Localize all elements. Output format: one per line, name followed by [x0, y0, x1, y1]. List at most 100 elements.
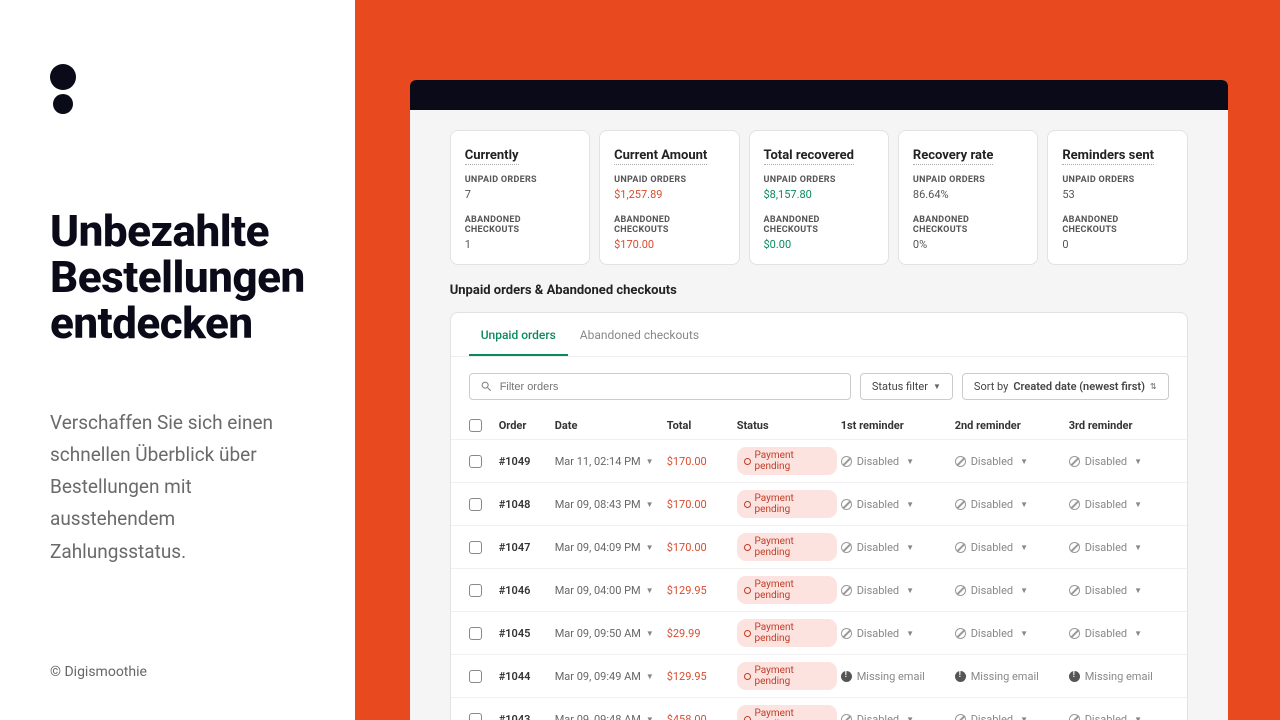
stat-label: ABANDONED CHECKOUTS	[764, 215, 874, 235]
stat-value: 0	[1062, 238, 1172, 251]
order-date[interactable]: Mar 09, 09:50 AM▼	[555, 627, 663, 640]
order-date[interactable]: Mar 09, 04:09 PM▼	[555, 541, 663, 554]
order-id[interactable]: #1045	[499, 627, 551, 640]
disabled-icon	[841, 714, 852, 720]
status-filter-button[interactable]: Status filter ▼	[860, 373, 953, 400]
col-1st-reminder: 1st reminder	[841, 419, 951, 432]
page-subtext: Verschaffen Sie sich einen schnellen Übe…	[50, 407, 305, 568]
chevron-down-icon: ▼	[1134, 543, 1142, 552]
row-checkbox[interactable]	[469, 584, 482, 597]
order-date[interactable]: Mar 09, 08:43 PM▼	[555, 498, 663, 511]
chevron-down-icon: ▼	[646, 715, 654, 720]
row-checkbox[interactable]	[469, 541, 482, 554]
chevron-down-icon: ▼	[906, 457, 914, 466]
order-id[interactable]: #1049	[499, 455, 551, 468]
section-title: Unpaid orders & Abandoned checkouts	[450, 283, 1188, 298]
reminder-cell[interactable]: Disabled▼	[955, 455, 1065, 468]
reminder-cell[interactable]: Disabled▼	[955, 498, 1065, 511]
chevron-down-icon: ▼	[1134, 715, 1142, 720]
sort-icon: ⇅	[1150, 382, 1157, 391]
reminder-cell[interactable]: Disabled▼	[1069, 541, 1169, 554]
stat-label: ABANDONED CHECKOUTS	[913, 215, 1023, 235]
reminder-cell[interactable]: Disabled▼	[841, 584, 951, 597]
stat-label: UNPAID ORDERS	[614, 175, 724, 185]
col-status: Status	[737, 419, 837, 432]
app-topbar	[410, 80, 1228, 110]
reminder-cell[interactable]: Disabled▼	[841, 627, 951, 640]
status-badge: Payment pending	[737, 619, 837, 647]
tab-abandoned-checkouts[interactable]: Abandoned checkouts	[568, 313, 711, 356]
reminder-cell[interactable]: Disabled▼	[955, 627, 1065, 640]
reminder-cell[interactable]: Disabled▼	[1069, 498, 1169, 511]
status-dot-icon	[744, 716, 751, 720]
search-input-wrapper[interactable]	[469, 373, 851, 400]
disabled-icon	[1069, 585, 1080, 596]
reminder-cell[interactable]: Disabled▼	[1069, 455, 1169, 468]
chevron-down-icon: ▼	[1020, 500, 1028, 509]
stat-label: ABANDONED CHECKOUTS	[614, 215, 724, 235]
tab-unpaid-orders[interactable]: Unpaid orders	[469, 313, 568, 356]
disabled-icon	[1069, 628, 1080, 639]
stat-value: 1	[465, 238, 575, 251]
reminder-cell[interactable]: Disabled▼	[955, 541, 1065, 554]
select-all-checkbox[interactable]	[469, 419, 482, 432]
order-date[interactable]: Mar 09, 04:00 PM▼	[555, 584, 663, 597]
chevron-down-icon: ▼	[646, 500, 654, 509]
chevron-down-icon: ▼	[1020, 629, 1028, 638]
order-date[interactable]: Mar 09, 09:49 AM▼	[555, 670, 663, 683]
disabled-icon	[955, 714, 966, 720]
disabled-icon	[841, 499, 852, 510]
chevron-down-icon: ▼	[646, 672, 654, 681]
order-date[interactable]: Mar 11, 02:14 PM▼	[555, 455, 663, 468]
status-dot-icon	[744, 501, 751, 508]
tabs: Unpaid orders Abandoned checkouts	[451, 313, 1187, 357]
warning-icon	[1069, 671, 1080, 682]
status-dot-icon	[744, 544, 751, 551]
col-2nd-reminder: 2nd reminder	[955, 419, 1065, 432]
order-id[interactable]: #1046	[499, 584, 551, 597]
row-checkbox[interactable]	[469, 670, 482, 683]
order-id[interactable]: #1047	[499, 541, 551, 554]
reminder-cell[interactable]: Disabled▼	[1069, 627, 1169, 640]
stat-card: Current Amount UNPAID ORDERS $1,257.89 A…	[599, 130, 739, 265]
reminder-cell[interactable]: Disabled▼	[955, 713, 1065, 720]
disabled-icon	[1069, 456, 1080, 467]
order-id[interactable]: #1044	[499, 670, 551, 683]
reminder-cell[interactable]: Disabled▼	[1069, 584, 1169, 597]
chevron-down-icon: ▼	[646, 543, 654, 552]
stat-label: ABANDONED CHECKOUTS	[465, 215, 575, 235]
row-checkbox[interactable]	[469, 713, 482, 720]
status-badge: Payment pending	[737, 533, 837, 561]
row-checkbox[interactable]	[469, 627, 482, 640]
reminder-cell[interactable]: Disabled▼	[841, 541, 951, 554]
stat-title: Total recovered	[764, 148, 855, 165]
reminder-cell[interactable]: Disabled▼	[841, 455, 951, 468]
chevron-down-icon: ▼	[1134, 500, 1142, 509]
disabled-icon	[1069, 499, 1080, 510]
order-date[interactable]: Mar 09, 09:48 AM▼	[555, 713, 663, 720]
reminder-cell[interactable]: Disabled▼	[1069, 713, 1169, 720]
status-badge: Payment pending	[737, 447, 837, 475]
status-dot-icon	[744, 587, 751, 594]
stat-card: Total recovered UNPAID ORDERS $8,157.80 …	[749, 130, 889, 265]
stat-label: UNPAID ORDERS	[465, 175, 575, 185]
reminder-cell[interactable]: Disabled▼	[841, 498, 951, 511]
sort-button[interactable]: Sort by Created date (newest first) ⇅	[962, 373, 1169, 400]
order-id[interactable]: #1048	[499, 498, 551, 511]
row-checkbox[interactable]	[469, 455, 482, 468]
chevron-down-icon: ▼	[906, 715, 914, 720]
row-checkbox[interactable]	[469, 498, 482, 511]
disabled-icon	[955, 542, 966, 553]
stat-title: Currently	[465, 148, 519, 165]
reminder-cell[interactable]: Disabled▼	[841, 713, 951, 720]
reminder-cell: Missing email	[1069, 670, 1169, 683]
reminder-cell[interactable]: Disabled▼	[955, 584, 1065, 597]
orders-card: Unpaid orders Abandoned checkouts Status…	[450, 312, 1188, 720]
disabled-icon	[955, 585, 966, 596]
reminder-cell: Missing email	[955, 670, 1065, 683]
reminder-cell: Missing email	[841, 670, 951, 683]
order-id[interactable]: #1043	[499, 713, 551, 720]
search-input[interactable]	[500, 381, 840, 393]
warning-icon	[955, 671, 966, 682]
table-row: #1043 Mar 09, 09:48 AM▼ $458.00 Payment …	[451, 697, 1187, 720]
